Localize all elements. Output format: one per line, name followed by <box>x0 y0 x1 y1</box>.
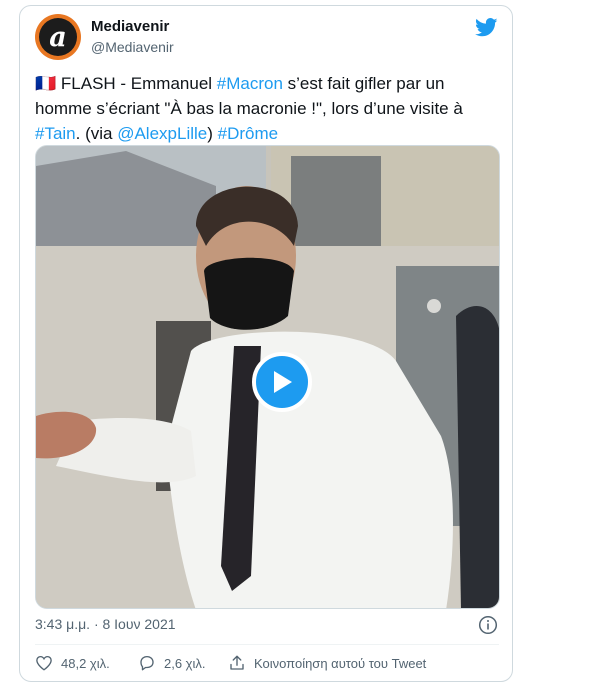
author-name[interactable]: Mediavenir <box>91 18 169 35</box>
reply-count: 2,6 χιλ. <box>164 655 206 671</box>
heart-icon <box>36 655 52 671</box>
hashtag-tain[interactable]: #Tain <box>35 124 76 143</box>
hashtag-drome[interactable]: #Drôme <box>218 124 278 143</box>
divider <box>35 644 499 645</box>
tweet-text: 🇫🇷 FLASH - Emmanuel #Macron s’est fait g… <box>35 71 501 146</box>
share-icon <box>230 655 244 670</box>
hashtag-macron[interactable]: #Macron <box>217 74 283 93</box>
author-handle[interactable]: @Mediavenir <box>91 39 174 55</box>
avatar-logo: a <box>39 18 77 56</box>
twitter-bird-icon[interactable] <box>475 18 498 37</box>
tweet-card[interactable]: a Mediavenir @Mediavenir 🇫🇷 FLASH - Emma… <box>19 5 513 682</box>
france-flag: 🇫🇷 <box>35 74 57 93</box>
play-icon <box>274 371 292 393</box>
reply-button[interactable]: 2,6 χιλ. <box>138 654 206 672</box>
reply-icon <box>140 655 154 671</box>
like-count: 48,2 χιλ. <box>61 655 110 671</box>
mention-alexplille[interactable]: @AlexpLille <box>117 124 207 143</box>
text-segment: FLASH - Emmanuel <box>56 74 217 93</box>
share-button[interactable]: Κοινοποίηση αυτού του Tweet <box>228 654 426 672</box>
play-button[interactable] <box>252 352 312 412</box>
info-icon[interactable] <box>478 615 498 635</box>
like-button[interactable]: 48,2 χιλ. <box>35 654 110 672</box>
text-segment: ) <box>207 124 218 143</box>
video-media[interactable] <box>35 145 500 609</box>
share-label: Κοινοποίηση αυτού του Tweet <box>254 655 427 671</box>
avatar[interactable]: a <box>35 14 81 60</box>
text-segment: . (via <box>75 124 118 143</box>
tweet-timestamp[interactable]: 3:43 μ.μ. · 8 Ιουν 2021 <box>35 616 176 632</box>
